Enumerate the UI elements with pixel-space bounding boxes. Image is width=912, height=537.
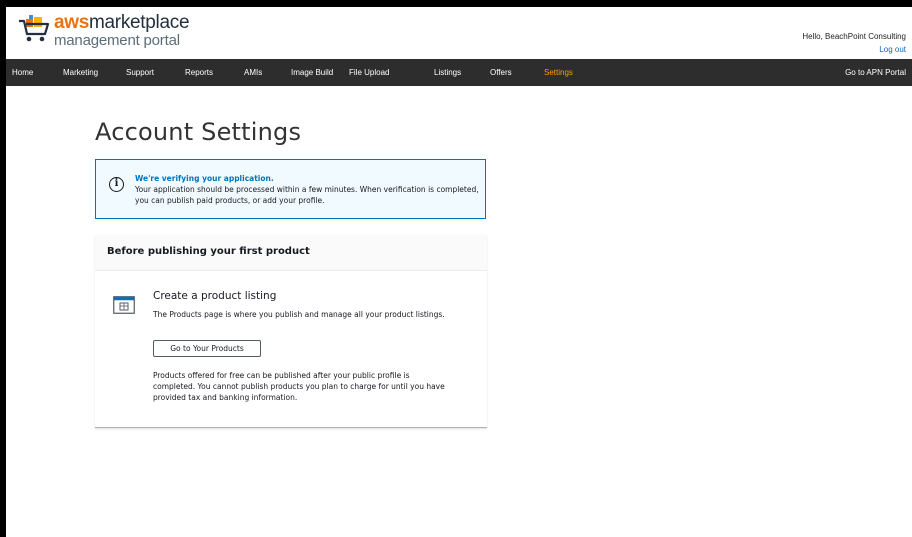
nav-item-marketing[interactable]: Marketing [63, 59, 98, 86]
nav-item-amis[interactable]: AMIs [244, 59, 262, 86]
brand-name: awsmarketplace [54, 12, 190, 33]
user-greeting: Hello, BeachPoint Consulting [802, 32, 906, 41]
nav-item-file-upload[interactable]: File Upload [349, 59, 389, 86]
free-products-note: Products offered for free can be publish… [153, 371, 445, 402]
go-to-products-button[interactable]: Go to Your Products [153, 340, 261, 357]
listing-description: The Products page is where you publish a… [153, 310, 445, 319]
page-title: Account Settings [95, 118, 302, 146]
alert-body: Your application should be processed wit… [135, 185, 479, 205]
nav-item-support[interactable]: Support [126, 59, 154, 86]
nav-item-settings[interactable]: Settings [544, 59, 573, 86]
nav-item-listings[interactable]: Listings [434, 59, 461, 86]
main-nav: Home Marketing Support Reports AMIs Imag… [6, 59, 912, 86]
nav-item-offers[interactable]: Offers [490, 59, 512, 86]
apn-portal-link[interactable]: Go to APN Portal [845, 59, 906, 86]
listing-title: Create a product listing [153, 290, 277, 302]
user-area: Hello, BeachPoint Consulting Log out [802, 30, 906, 56]
logout-link[interactable]: Log out [879, 45, 906, 54]
nav-item-home[interactable]: Home [12, 59, 33, 86]
brand-subtitle: management portal [54, 32, 180, 49]
card-heading: Before publishing your first product [107, 246, 310, 257]
brand-marketplace: marketplace [89, 12, 190, 33]
alert-heading: We're verifying your application. [135, 174, 274, 183]
shopping-cart-icon [19, 15, 50, 42]
nav-item-reports[interactable]: Reports [185, 59, 213, 86]
browser-window-icon [113, 296, 135, 314]
header: awsmarketplace management portal Hello, … [6, 7, 912, 59]
first-product-card: Before publishing your first product Cre… [95, 235, 487, 428]
brand-aws: aws [54, 12, 90, 33]
card-header: Before publishing your first product [95, 235, 487, 271]
verification-alert: i We're verifying your application. Your… [95, 159, 486, 219]
app-window: awsmarketplace management portal Hello, … [6, 7, 912, 537]
info-icon: i [109, 177, 124, 192]
nav-item-image-build[interactable]: Image Build [291, 59, 333, 86]
